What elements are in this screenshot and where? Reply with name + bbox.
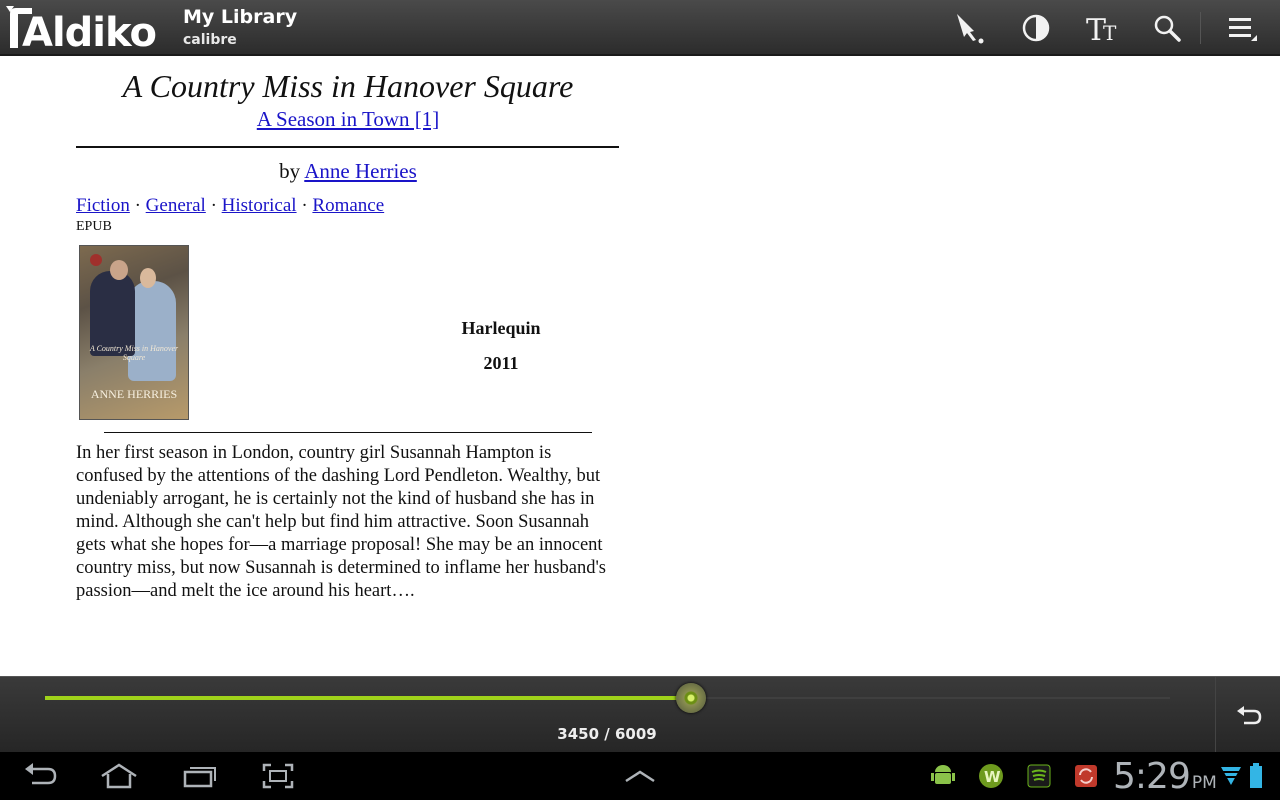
library-subtitle: calibre	[183, 32, 237, 48]
clock[interactable]: 5:29 PM	[1113, 756, 1217, 797]
publisher: Harlequin	[461, 318, 541, 338]
library-title: My Library	[183, 6, 298, 28]
reading-progress-bar: 3450 / 6009	[0, 676, 1280, 753]
tag-list: Fiction · General · Historical · Romance	[76, 194, 620, 218]
contrast-icon[interactable]	[1016, 8, 1056, 48]
clock-time: 5:29	[1113, 756, 1191, 797]
font-size-icon[interactable]: T T	[1082, 8, 1122, 48]
up-chevron-icon[interactable]	[620, 760, 660, 792]
by-label: by	[279, 159, 301, 183]
cover-seal-icon	[90, 254, 102, 266]
cover-title: A Country Miss in Hanover Square	[89, 344, 179, 362]
menu-icon[interactable]	[1222, 8, 1262, 48]
logo-wordmark: Aldiko	[22, 10, 156, 52]
svg-text:T: T	[1103, 21, 1117, 44]
app-logo[interactable]: Aldiko	[6, 4, 166, 56]
sync-icon[interactable]	[1066, 760, 1106, 792]
byline: by Anne Herries	[76, 158, 620, 184]
battery-icon[interactable]	[1242, 760, 1270, 792]
system-bar: W 5:29 PM	[0, 752, 1280, 800]
tag-romance[interactable]: Romance	[312, 195, 384, 216]
book-title: A Country Miss in Hanover Square	[122, 68, 574, 104]
return-button[interactable]	[1230, 699, 1266, 735]
title-divider	[76, 146, 619, 148]
publication-year: 2011	[483, 353, 519, 373]
screenshot-icon[interactable]	[258, 760, 298, 792]
tag-general[interactable]: General	[146, 195, 206, 216]
page-counter: 3450 / 6009	[557, 725, 657, 743]
library-titles: My Library calibre	[183, 5, 297, 51]
progress-thumb[interactable]	[675, 683, 706, 713]
book-description: In her first season in London, country g…	[76, 443, 606, 601]
tag-historical[interactable]: Historical	[222, 195, 297, 216]
book-cover[interactable]: A Country Miss in Hanover Square ANNE HE…	[79, 245, 189, 420]
spotify-icon[interactable]	[1019, 760, 1059, 792]
actionbar-divider	[1200, 12, 1201, 44]
svg-text:W: W	[984, 768, 1001, 786]
bookmark-icon[interactable]	[948, 8, 988, 48]
search-icon[interactable]	[1147, 8, 1187, 48]
cover-author: ANNE HERRIES	[90, 387, 178, 401]
tag-separator: ·	[301, 195, 308, 216]
back-icon[interactable]	[20, 760, 60, 792]
tag-separator: ·	[134, 195, 141, 216]
tag-separator: ·	[210, 195, 217, 216]
progress-fill	[45, 696, 691, 700]
tag-fiction[interactable]: Fiction	[76, 195, 130, 216]
aldiko-logo-icon: Aldiko	[6, 6, 157, 56]
description-divider	[104, 432, 592, 433]
action-bar: Aldiko My Library calibre T T	[0, 0, 1280, 56]
android-debug-icon[interactable]	[923, 760, 963, 792]
series-link[interactable]: A Season in Town [1]	[257, 107, 439, 131]
format-label: EPUB	[76, 219, 112, 234]
return-icon	[1237, 706, 1262, 725]
home-icon[interactable]	[99, 760, 139, 792]
w-app-icon[interactable]: W	[971, 760, 1011, 792]
recent-apps-icon[interactable]	[180, 760, 220, 792]
clock-ampm: PM	[1191, 773, 1217, 793]
book-details: A Country Miss in Hanover Square A Seaso…	[76, 56, 620, 601]
author-link[interactable]: Anne Herries	[304, 159, 417, 183]
